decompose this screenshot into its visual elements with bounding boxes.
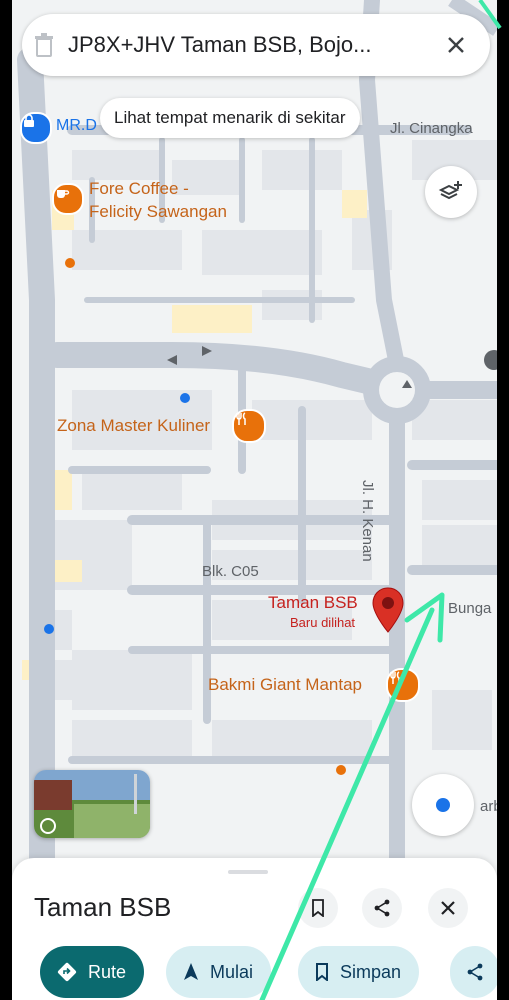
lock-marker-icon[interactable] [20, 112, 52, 144]
map-canvas[interactable] [12, 0, 497, 1000]
layers-button[interactable] [425, 166, 477, 218]
share-icon [374, 899, 390, 917]
save-place-button[interactable]: Simpan [298, 946, 420, 998]
street-view-thumbnail[interactable] [34, 770, 150, 838]
map-view[interactable]: MR.D Jl. Cinangka Fore Coffee - Felicity… [12, 0, 497, 1000]
map-label-recently-viewed: Baru dilihat [290, 615, 356, 630]
close-sheet-button[interactable] [428, 888, 468, 928]
map-label-jl-kenan: Jl. H. Kenan [359, 480, 376, 562]
save-bookmark-button[interactable] [298, 888, 338, 928]
map-label-street-cinangka: Jl. Cinangka [390, 120, 473, 137]
maps-screen: MR.D Jl. Cinangka Fore Coffee - Felicity… [12, 0, 497, 1000]
map-label-bakmi[interactable]: Bakmi Giant Mantap [208, 675, 362, 695]
nearby-places-chip[interactable]: Lihat tempat menarik di sekitar [100, 98, 360, 138]
save-button-label: Simpan [340, 961, 402, 982]
share-icon [467, 963, 483, 981]
restaurant-marker-icon[interactable] [386, 668, 420, 702]
map-label-partial: arb [480, 798, 497, 815]
route-button[interactable]: Rute [40, 946, 145, 998]
my-location-icon [436, 798, 450, 812]
map-label-mr-d[interactable]: MR.D [56, 117, 97, 135]
close-icon [441, 901, 455, 915]
bookmark-icon [312, 899, 324, 917]
start-button-label: Mulai [210, 961, 254, 982]
layers-icon [438, 181, 462, 200]
map-label-fore-coffee-line2[interactable]: Felicity Sawangan [89, 202, 227, 222]
coffee-marker-icon[interactable] [52, 183, 84, 215]
map-label-bunga: Bunga [448, 600, 492, 617]
start-navigation-button[interactable]: Mulai [166, 946, 272, 998]
sheet-drag-handle[interactable] [228, 870, 268, 874]
route-button-label: Rute [88, 961, 127, 982]
directions-icon [57, 962, 77, 982]
place-bottom-sheet[interactable]: Taman BSB Rute Mulai Simpan [12, 858, 497, 1000]
map-label-blk-c05: Blk. C05 [202, 563, 259, 580]
annotation-line-icon [478, 0, 502, 30]
map-label-zona-master[interactable]: Zona Master Kuliner [57, 416, 210, 436]
map-label-taman-bsb[interactable]: Taman BSB [268, 593, 358, 613]
restaurant-marker-icon[interactable] [232, 409, 266, 443]
place-title: Taman BSB [34, 892, 172, 922]
share-place-button[interactable] [450, 946, 497, 998]
share-button[interactable] [362, 888, 402, 928]
navigation-arrow-icon [184, 963, 198, 980]
my-location-button[interactable] [412, 774, 474, 836]
map-label-fore-coffee-line1[interactable]: Fore Coffee - [89, 179, 189, 199]
bookmark-icon [316, 963, 328, 981]
